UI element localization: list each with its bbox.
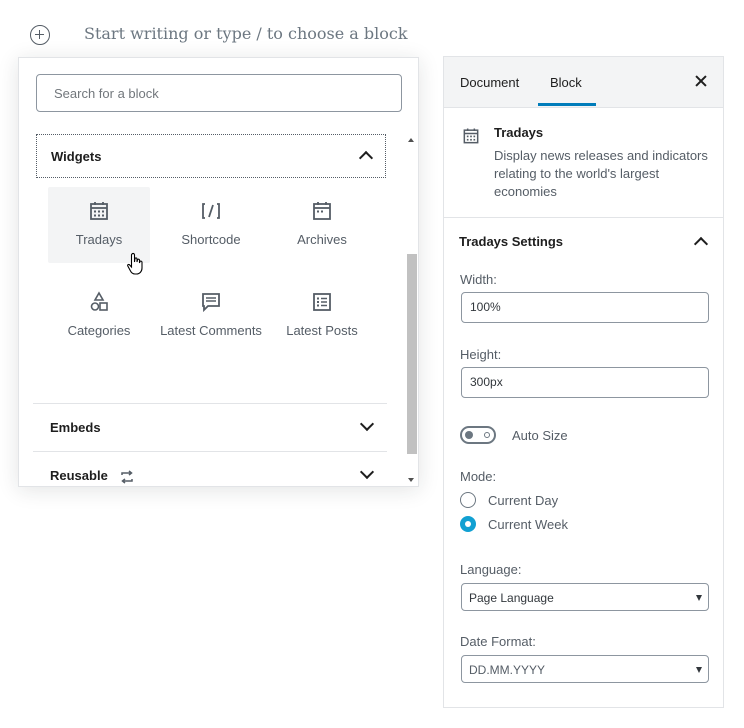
panel-divider [33, 451, 387, 452]
block-item-label: Categories [67, 323, 131, 338]
add-block-button[interactable] [30, 25, 50, 45]
block-search-input[interactable] [52, 85, 390, 102]
block-item-categories[interactable]: Categories [48, 278, 150, 358]
close-icon[interactable] [694, 74, 708, 88]
mode-option-label: Current Day [488, 493, 559, 508]
block-search-field[interactable] [36, 74, 402, 112]
chevron-up-icon[interactable] [693, 236, 709, 252]
comments-icon [202, 293, 220, 313]
panel-divider [33, 403, 387, 404]
chevron-up-icon [358, 150, 374, 166]
scroll-up-arrow-icon[interactable] [408, 138, 414, 142]
mode-option-label: Current Week [488, 517, 568, 532]
language-select[interactable]: Page Language [461, 583, 709, 611]
scroll-down-arrow-icon[interactable] [408, 478, 414, 482]
toggle-off-indicator [484, 432, 490, 438]
block-item-shortcode[interactable]: Shortcode [160, 187, 262, 263]
embeds-panel-title: Embeds [50, 420, 101, 435]
block-item-label: Tradays [75, 232, 123, 247]
caret-down-icon [696, 667, 702, 673]
hand-cursor-icon [127, 252, 143, 275]
mode-label: Mode: [460, 469, 497, 484]
reusable-panel-toggle[interactable]: Reusable [36, 454, 386, 498]
settings-sidebar: Document Block Tradays Display news rele… [443, 56, 724, 708]
shortcode-icon [202, 203, 220, 219]
chevron-down-icon [359, 464, 375, 480]
settings-panel-title[interactable]: Tradays Settings [459, 234, 563, 249]
scrollbar-thumb[interactable] [407, 254, 417, 454]
posts-list-icon [313, 293, 331, 311]
date-format-select-value: DD.MM.YYYY [469, 663, 546, 677]
block-card-description: Display news releases and indicators rel… [494, 148, 708, 199]
tab-block[interactable]: Block [550, 57, 582, 107]
calendar-icon [463, 128, 479, 144]
block-item-archives[interactable]: Archives [271, 187, 373, 263]
block-item-label: Latest Posts [286, 323, 358, 338]
block-item-label: Latest Comments [160, 323, 262, 338]
language-label: Language: [460, 562, 522, 577]
widgets-panel-title: Widgets [51, 149, 102, 164]
block-inserter-popover: Widgets Tradays Shortcode Archives Categ… [18, 57, 419, 487]
auto-size-label: Auto Size [512, 428, 568, 443]
mode-radio-current-week[interactable] [460, 516, 476, 532]
embeds-panel-toggle[interactable]: Embeds [36, 406, 386, 450]
categories-icon [90, 291, 108, 311]
width-input[interactable]: 100% [461, 292, 709, 323]
reusable-panel-title: Reusable [50, 468, 108, 483]
width-label: Width: [460, 272, 497, 287]
block-item-label: Archives [297, 232, 347, 247]
calendar-icon [90, 202, 108, 220]
widgets-panel-toggle[interactable]: Widgets [36, 134, 386, 178]
active-tab-indicator [538, 103, 596, 106]
auto-size-toggle[interactable] [460, 426, 496, 444]
block-item-label: Shortcode [181, 232, 241, 247]
reusable-icon [121, 469, 134, 484]
sidebar-tabbar: Document Block [444, 57, 723, 108]
height-label: Height: [460, 347, 502, 362]
mode-radio-current-day[interactable] [460, 492, 476, 508]
archive-calendar-icon [313, 202, 331, 220]
tab-document[interactable]: Document [460, 57, 519, 107]
block-card-title: Tradays [494, 125, 544, 140]
date-format-label: Date Format: [460, 634, 536, 649]
chevron-down-icon [359, 416, 375, 432]
date-format-select[interactable]: DD.MM.YYYY [461, 655, 709, 683]
toggle-knob [465, 431, 473, 439]
sidebar-divider [444, 217, 723, 218]
editor-placeholder[interactable]: Start writing or type / to choose a bloc… [84, 24, 408, 43]
block-item-latest-posts[interactable]: Latest Posts [271, 278, 373, 358]
block-item-latest-comments[interactable]: Latest Comments [160, 278, 262, 358]
caret-down-icon [696, 595, 702, 601]
language-select-value: Page Language [469, 591, 554, 605]
height-input[interactable]: 300px [461, 367, 709, 398]
